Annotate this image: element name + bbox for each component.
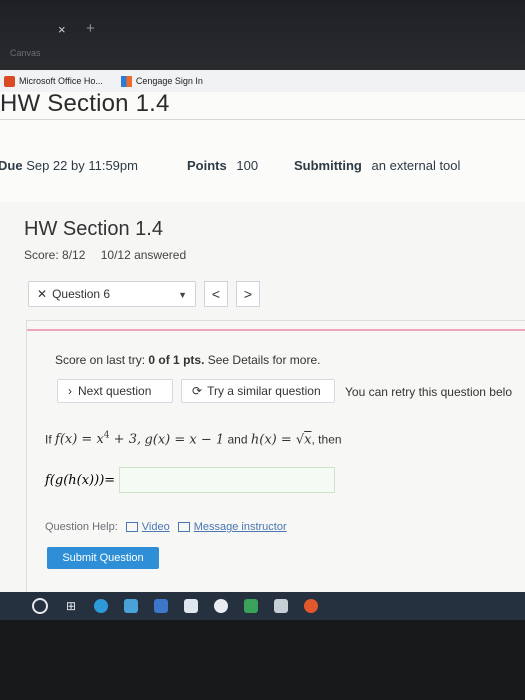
prompt-then: , then <box>311 432 342 447</box>
monitor-bezel <box>0 620 525 700</box>
due-label: Due <box>0 158 23 173</box>
store-icon[interactable] <box>124 599 138 613</box>
previous-question-button[interactable]: < <box>204 281 228 307</box>
assignment-page: HW Section 1.4 Due Sep 22 by 11:59pm Poi… <box>0 90 525 593</box>
answered-count: 10/12 answered <box>100 248 187 262</box>
next-question-arrow-button[interactable]: > <box>236 281 260 307</box>
h-definition: h(x) = √x <box>250 432 312 448</box>
title-divider <box>0 119 525 120</box>
g-definition: g(x) = x − 1 <box>144 432 225 448</box>
points-label: Points <box>187 158 227 173</box>
score: Score: 8/12 <box>24 248 86 262</box>
incorrect-rule <box>27 329 525 331</box>
mail-icon <box>177 522 190 532</box>
due-value: Sep 22 by 11:59pm <box>26 158 138 173</box>
page-title: HW Section 1.4 <box>0 90 170 117</box>
last-try-message: Score on last try: 0 of 1 pts. See Detai… <box>55 353 320 367</box>
due-date: Due Sep 22 by 11:59pm <box>0 158 138 173</box>
help-label: Question Help: <box>45 521 118 533</box>
video-icon <box>125 522 138 532</box>
prompt-and: and <box>227 432 248 447</box>
browser-app-icon[interactable] <box>184 599 198 613</box>
f-definition: f(x) = x4 + 3, <box>55 431 142 448</box>
score-line: Score: 8/12 10/12 answered <box>24 248 198 262</box>
faint-tab-label: Canvas <box>10 48 41 58</box>
answer-row: f(g(h(x)))= <box>45 467 336 493</box>
last-try-score: 0 of 1 pts. <box>148 353 205 367</box>
bookmark-cengage[interactable]: Cengage Sign In <box>120 75 203 87</box>
next-question-label: Next question <box>78 384 152 398</box>
submitting-value: an external tool <box>371 158 461 173</box>
question-select[interactable]: ✕ Question 6 ▼ <box>28 281 196 307</box>
last-try-prefix: Score on last try: <box>55 353 146 367</box>
mail-app-icon[interactable] <box>154 599 168 613</box>
chevron-right-icon: › <box>68 384 72 398</box>
new-tab-icon[interactable]: + <box>86 20 95 37</box>
external-tool-frame: HW Section 1.4 Score: 8/12 10/12 answere… <box>0 202 525 593</box>
submit-question-button[interactable]: Submit Question <box>47 547 159 569</box>
retry-message: You can retry this question belo <box>345 385 512 399</box>
prompt-if: If <box>45 432 52 447</box>
homework-title: HW Section 1.4 <box>24 218 163 240</box>
submitting: Submitting an external tool <box>294 158 460 173</box>
try-similar-label: Try a similar question <box>207 384 321 398</box>
file-explorer-icon[interactable] <box>274 599 288 613</box>
try-similar-button[interactable]: ⟳ Try a similar question <box>181 379 335 403</box>
submitting-label: Submitting <box>294 158 362 173</box>
firefox-icon[interactable] <box>304 599 318 613</box>
browser-titlebar: × + Canvas <box>0 0 525 78</box>
bookmark-label: Microsoft Office Ho... <box>19 76 103 86</box>
incorrect-x-icon: ✕ <box>37 287 48 301</box>
chat-icon[interactable] <box>214 599 228 613</box>
edge-icon[interactable] <box>94 599 108 613</box>
bookmarks-bar: Microsoft Office Ho... Cengage Sign In <box>0 70 525 92</box>
spreadsheet-icon[interactable] <box>244 599 258 613</box>
question-prompt: If f(x) = x4 + 3, g(x) = x − 1 and h(x) … <box>45 431 342 447</box>
task-view-icon[interactable]: ⊞ <box>64 599 78 613</box>
taskbar: ⊞ <box>0 592 525 620</box>
cengage-icon <box>120 75 132 87</box>
answer-label: f(g(h(x)))= <box>45 472 116 488</box>
video-link[interactable]: Video <box>142 521 170 533</box>
message-instructor-link[interactable]: Message instructor <box>194 521 287 533</box>
points: Points 100 <box>187 158 258 173</box>
tab-close-icon[interactable]: × <box>58 22 66 37</box>
next-question-button[interactable]: › Next question <box>57 379 173 403</box>
caret-down-icon: ▼ <box>178 290 187 300</box>
start-circle-icon[interactable] <box>32 598 48 614</box>
microsoft-office-icon <box>4 75 15 87</box>
bookmark-microsoft-office[interactable]: Microsoft Office Ho... <box>4 75 103 87</box>
question-select-label: Question 6 <box>52 287 111 301</box>
answer-input[interactable] <box>119 467 336 493</box>
points-value: 100 <box>236 158 259 173</box>
last-try-suffix: See Details for more. <box>207 353 321 367</box>
bookmark-label: Cengage Sign In <box>135 76 203 86</box>
refresh-icon: ⟳ <box>192 384 203 398</box>
question-help: Question Help: Video Message instructor <box>45 521 287 533</box>
question-card: Score on last try: 0 of 1 pts. See Detai… <box>26 320 525 593</box>
